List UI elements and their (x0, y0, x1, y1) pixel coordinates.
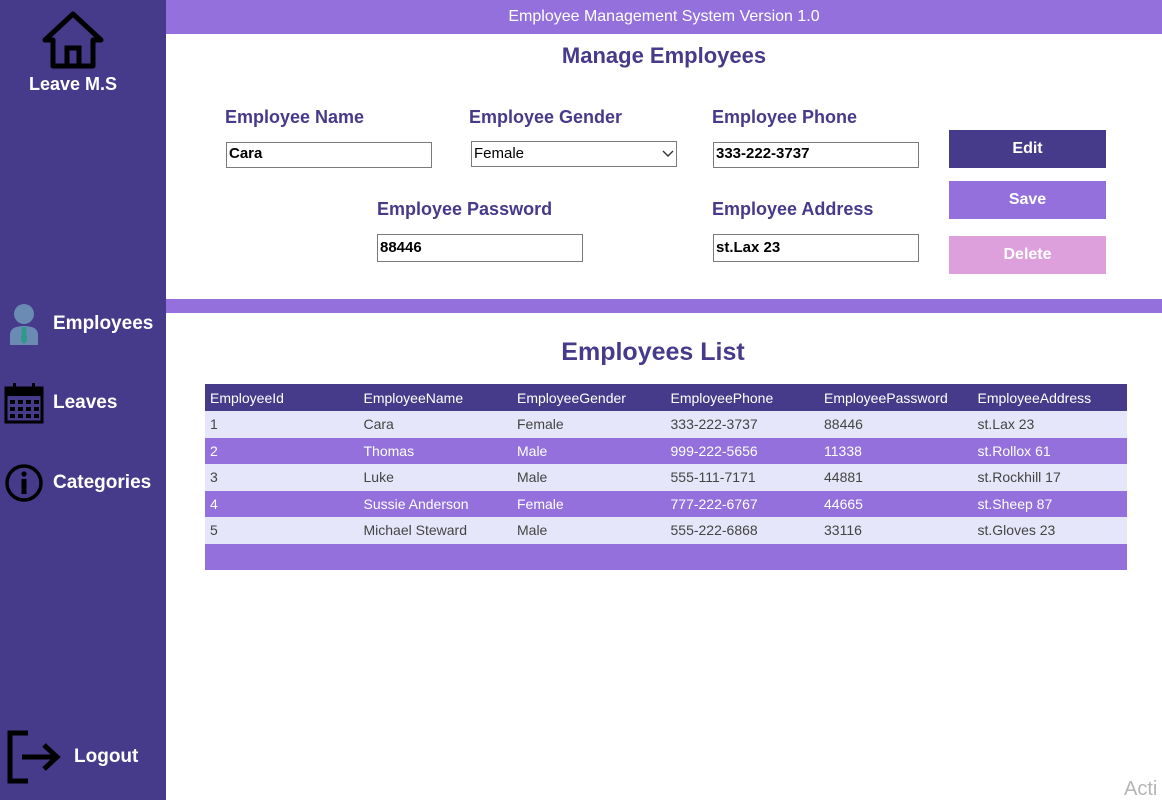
window-title: Employee Management System Version 1.0 (508, 8, 820, 25)
column-header[interactable]: EmployeeAddress (973, 390, 1127, 406)
table-cell[interactable]: Sussie Anderson (359, 496, 513, 512)
table-cell[interactable]: 88446 (819, 416, 973, 432)
table-header: EmployeeId EmployeeName EmployeeGender E… (205, 384, 1127, 411)
delete-button[interactable]: Delete (949, 236, 1106, 274)
column-header[interactable]: EmployeeName (359, 390, 513, 406)
sidebar-item-label: Employees (53, 313, 154, 334)
column-header[interactable]: EmployeePassword (819, 390, 973, 406)
table-cell[interactable]: 333-222-3737 (666, 416, 820, 432)
table-row[interactable]: 2 Thomas Male 999-222-5656 11338 st.Roll… (205, 437, 1127, 464)
table-row[interactable]: 4 Sussie Anderson Female 777-222-6767 44… (205, 490, 1127, 517)
table-cell[interactable]: 555-222-6868 (666, 522, 820, 538)
table-cell[interactable]: st.Sheep 87 (973, 496, 1127, 512)
table-row[interactable]: 1 Cara Female 333-222-3737 88446 st.Lax … (205, 411, 1127, 438)
employee-phone-field[interactable]: 333-222-3737 (713, 142, 919, 168)
table-cell[interactable]: 2 (205, 443, 359, 459)
table-cell[interactable]: 33116 (819, 522, 973, 538)
title-bar: Employee Management System Version 1.0 (166, 0, 1162, 34)
table-cell[interactable]: Female (512, 496, 666, 512)
sidebar-item-leaves[interactable]: Leaves (4, 381, 117, 425)
column-header[interactable]: EmployeePhone (666, 390, 820, 406)
table-cell[interactable]: 999-222-5656 (666, 443, 820, 459)
table-cell[interactable]: 4 (205, 496, 359, 512)
edit-button[interactable]: Edit (949, 130, 1106, 168)
table-cell[interactable]: Cara (359, 416, 513, 432)
employee-password-field[interactable]: 88446 (377, 234, 583, 262)
table-cell[interactable]: Male (512, 522, 666, 538)
employee-name-label: Employee Name (225, 107, 365, 127)
table-footer (205, 543, 1127, 570)
employee-gender-value: Female (474, 145, 525, 162)
table-cell[interactable]: 44881 (819, 469, 973, 485)
employee-address-field[interactable]: st.Lax 23 (713, 234, 919, 262)
sidebar-item-employees[interactable]: Employees (4, 302, 153, 346)
employee-address-label: Employee Address (712, 199, 874, 219)
table-cell[interactable]: 11338 (819, 443, 973, 459)
table-cell[interactable]: Michael Steward (359, 522, 513, 538)
employee-password-label: Employee Password (377, 199, 553, 219)
table-cell[interactable]: Male (512, 443, 666, 459)
employee-phone-label: Employee Phone (712, 107, 858, 127)
activation-watermark: Acti (1124, 778, 1158, 800)
table-cell[interactable]: st.Gloves 23 (973, 522, 1127, 538)
table-cell[interactable]: 777-222-6767 (666, 496, 820, 512)
employee-name-field[interactable]: Cara (226, 142, 432, 168)
chevron-down-icon (662, 142, 674, 166)
table-cell[interactable]: Female (512, 416, 666, 432)
employee-icon (4, 302, 44, 346)
table-row[interactable]: 3 Luke Male 555-111-7171 44881 st.Rockhi… (205, 464, 1127, 491)
table-cell[interactable]: Male (512, 469, 666, 485)
table-cell[interactable]: Thomas (359, 443, 513, 459)
page-title: Manage Employees (561, 43, 767, 68)
table-cell[interactable]: 3 (205, 469, 359, 485)
home-icon (42, 11, 104, 69)
table-cell[interactable]: st.Rockhill 17 (973, 469, 1127, 485)
sidebar-item-label: Leaves (53, 392, 118, 413)
logout-label: Logout (74, 746, 139, 767)
logout-button[interactable]: Logout (6, 728, 138, 786)
column-header[interactable]: EmployeeGender (512, 390, 666, 406)
employee-gender-label: Employee Gender (469, 107, 623, 127)
employees-table[interactable]: EmployeeId EmployeeName EmployeeGender E… (205, 384, 1127, 570)
brand-label: Leave M.S (28, 74, 118, 94)
column-header[interactable]: EmployeeId (205, 390, 359, 406)
sidebar-item-label: Categories (53, 472, 152, 493)
save-button[interactable]: Save (949, 181, 1106, 219)
logout-icon (6, 728, 62, 786)
sidebar: Leave M.S Employees Leaves Categories Lo… (0, 0, 166, 800)
employee-gender-select[interactable]: Female (471, 141, 677, 167)
table-cell[interactable]: Luke (359, 469, 513, 485)
table-cell[interactable]: 5 (205, 522, 359, 538)
table-cell[interactable]: st.Rollox 61 (973, 443, 1127, 459)
list-title: Employees List (561, 338, 745, 366)
table-cell[interactable]: 44665 (819, 496, 973, 512)
table-row[interactable]: 5 Michael Steward Male 555-222-6868 3311… (205, 517, 1127, 544)
table-cell[interactable]: st.Lax 23 (973, 416, 1127, 432)
sidebar-item-categories[interactable]: Categories (4, 461, 151, 505)
section-divider (166, 299, 1162, 313)
table-cell[interactable]: 555-111-7171 (666, 469, 820, 485)
calendar-icon (4, 381, 44, 425)
table-cell[interactable]: 1 (205, 416, 359, 432)
brand: Leave M.S (0, 8, 146, 95)
info-icon (4, 461, 44, 505)
